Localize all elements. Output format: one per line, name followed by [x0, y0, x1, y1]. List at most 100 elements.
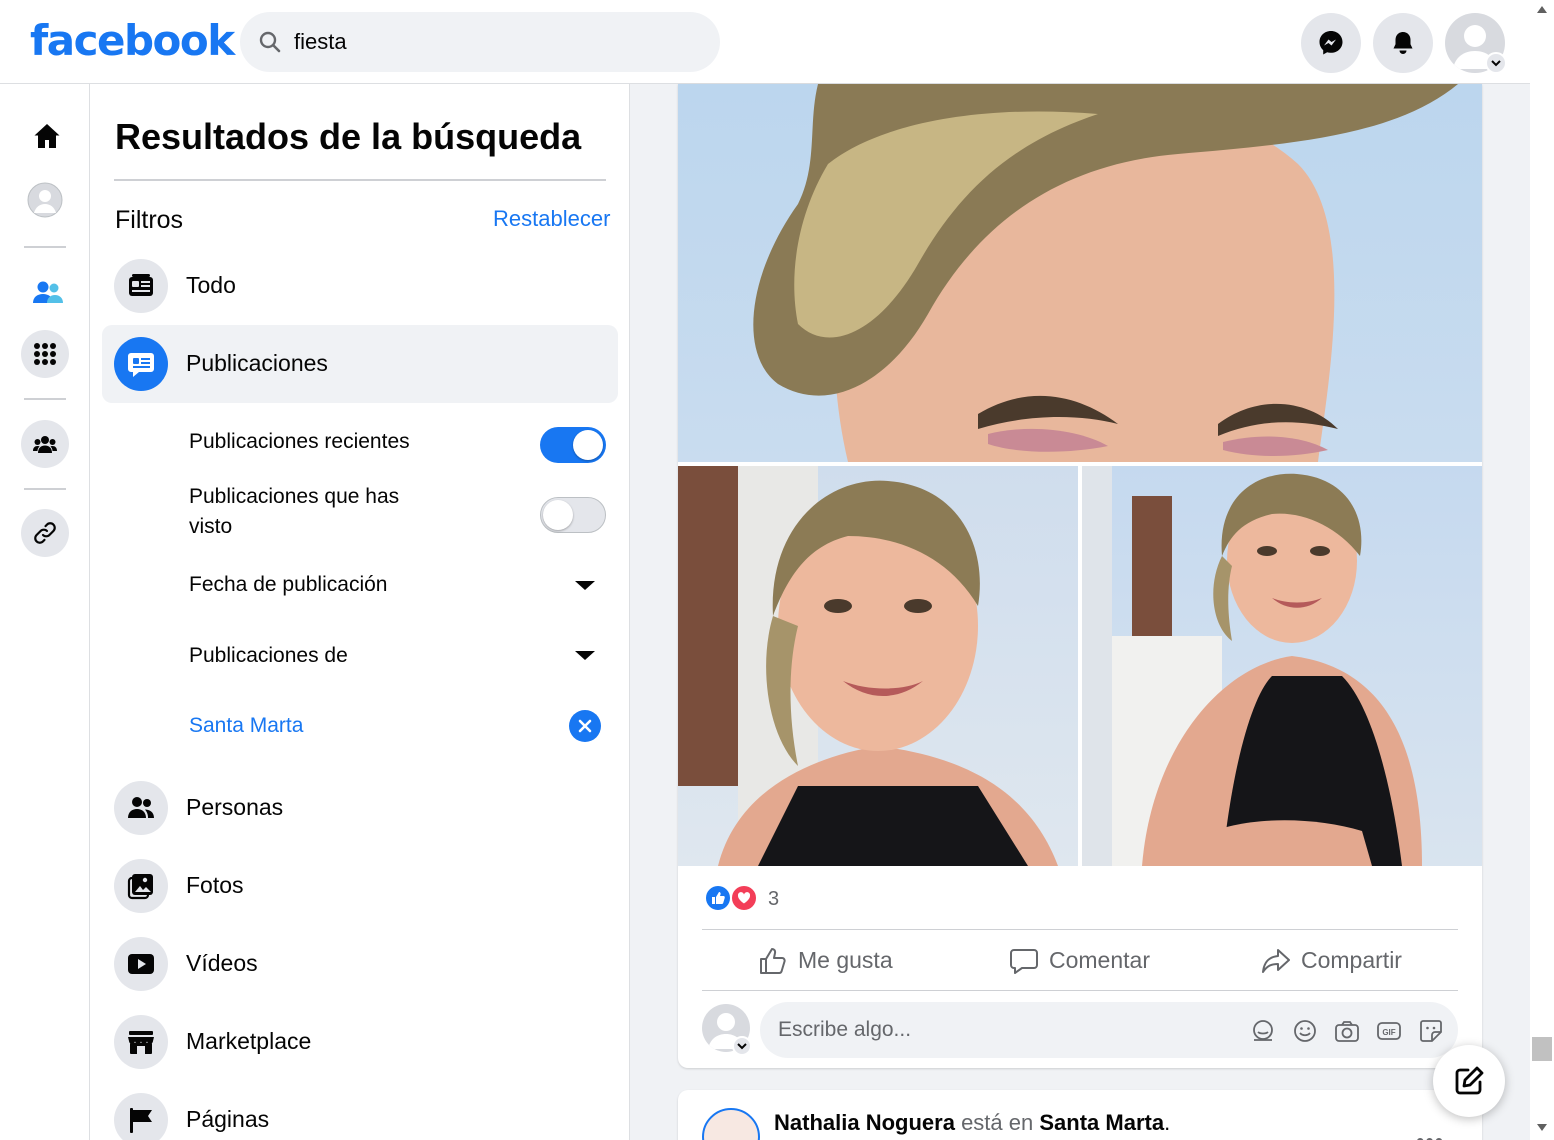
people-icon [128, 797, 154, 818]
post-photo-left[interactable] [678, 466, 1078, 866]
gif-icon[interactable]: GIF [1376, 1018, 1402, 1044]
rail-link[interactable] [21, 509, 69, 557]
filter-marketplace-label: Marketplace [186, 1028, 312, 1054]
video-icon [128, 954, 154, 974]
filter-people-label: Personas [186, 794, 284, 820]
search-input[interactable]: fiesta [294, 29, 347, 55]
rail-divider [24, 398, 66, 400]
like-button-label: Me gusta [798, 947, 893, 973]
filter-photos-label: Fotos [186, 872, 244, 898]
search-filters-panel: Resultados de la búsqueda Filtros Restab… [90, 84, 630, 1140]
post-photo-right[interactable] [1082, 466, 1482, 866]
messenger-button[interactable] [1301, 13, 1361, 73]
messenger-icon [1319, 31, 1343, 55]
rail-groups[interactable] [21, 420, 69, 468]
facebook-logo[interactable]: facebook [30, 16, 235, 65]
rail-friends[interactable] [21, 266, 69, 314]
reset-filters-link[interactable]: Restablecer [493, 206, 610, 232]
emoji-icon[interactable] [1292, 1018, 1318, 1044]
scroll-down-arrow-icon[interactable] [1537, 1124, 1547, 1131]
filter-posts-icon-wrap [114, 337, 168, 391]
groups-icon [33, 436, 57, 453]
sticker-icon[interactable] [1418, 1018, 1444, 1044]
feed-icon [129, 274, 153, 296]
seen-posts-label-line1: Publicaciones que has [189, 485, 400, 508]
header-period: . [1164, 1110, 1171, 1135]
compose-edit-icon [1455, 1066, 1484, 1095]
avatar-sticker-icon[interactable] [1250, 1018, 1276, 1044]
post-date-dropdown-label[interactable]: Fecha de publicación [189, 570, 387, 600]
photo-portrait-image [1082, 466, 1422, 866]
posts-from-caret-icon[interactable] [575, 651, 595, 660]
filter-all[interactable]: Todo [102, 247, 618, 325]
filter-all-icon-wrap [114, 259, 168, 313]
filter-videos[interactable]: Vídeos [102, 925, 618, 1003]
next-post-card: Nathalia Noguera está en Santa Marta. ••… [678, 1090, 1482, 1140]
checkin-connector: está en [961, 1110, 1034, 1135]
post-divider [702, 929, 1458, 930]
filter-posts-label: Publicaciones [186, 350, 328, 376]
filter-photos[interactable]: Fotos [102, 847, 618, 925]
filter-marketplace[interactable]: Marketplace [102, 1003, 618, 1081]
recent-posts-toggle[interactable] [540, 427, 606, 463]
scrollbar-thumb[interactable] [1532, 1037, 1552, 1061]
new-message-button[interactable] [1433, 1045, 1505, 1117]
filter-people-icon-wrap [114, 781, 168, 835]
love-reaction-icon [730, 884, 758, 912]
rail-divider [24, 246, 66, 248]
place-link[interactable]: Santa Marta [1039, 1110, 1164, 1135]
photos-icon [127, 874, 153, 900]
post-header: Nathalia Noguera está en Santa Marta. [774, 1110, 1170, 1136]
notifications-button[interactable] [1373, 13, 1433, 73]
recent-posts-label: Publicaciones recientes [189, 430, 410, 453]
filter-videos-icon-wrap [114, 937, 168, 991]
camera-icon[interactable] [1334, 1018, 1360, 1044]
photo-portrait-image [678, 466, 1058, 866]
more-options-icon[interactable]: ••• [1416, 1128, 1444, 1140]
clear-location-button[interactable] [569, 710, 601, 742]
rail-menu[interactable] [21, 330, 69, 378]
reaction-count: 3 [768, 888, 780, 910]
page-title: Resultados de la búsqueda [115, 116, 582, 157]
search-icon [259, 31, 281, 53]
photo-closeup-image [753, 84, 1458, 462]
toggle-knob [573, 430, 603, 460]
filter-people[interactable]: Personas [102, 769, 618, 847]
heart-icon [737, 892, 751, 904]
post-divider [702, 990, 1458, 991]
filter-pages-icon-wrap [114, 1093, 168, 1140]
rail-profile[interactable] [21, 176, 69, 224]
posts-from-dropdown-label[interactable]: Publicaciones de [189, 641, 348, 671]
seen-posts-label-line2: visto [189, 515, 233, 538]
post-date-caret-icon[interactable] [575, 581, 595, 590]
comment-input[interactable] [778, 1014, 1238, 1046]
location-filter-chip[interactable]: Santa Marta [189, 711, 303, 741]
close-icon [578, 719, 592, 733]
left-rail [0, 84, 90, 1140]
thumbs-up-icon [712, 892, 725, 904]
rail-home[interactable] [21, 110, 69, 158]
post-photo-main[interactable] [678, 84, 1482, 462]
filter-pages-label: Páginas [186, 1106, 270, 1132]
filter-pages[interactable]: Páginas [102, 1081, 618, 1140]
page-scrollbar[interactable] [1530, 0, 1554, 1140]
author-avatar[interactable] [702, 1108, 760, 1140]
thumbs-up-icon [760, 948, 786, 974]
comment-button-label: Comentar [1049, 947, 1150, 973]
filter-all-label: Todo [186, 272, 236, 298]
comment-composer[interactable]: GIF [760, 1002, 1458, 1058]
chevron-down-icon [1491, 60, 1501, 67]
comment-identity-switch[interactable] [732, 1036, 752, 1056]
link-icon [34, 522, 56, 544]
search-box[interactable]: fiesta [240, 12, 720, 72]
svg-text:GIF: GIF [1382, 1028, 1395, 1037]
like-reaction-icon [704, 884, 732, 912]
seen-posts-toggle[interactable] [540, 497, 606, 533]
account-menu-button[interactable] [1485, 52, 1507, 74]
author-name-link[interactable]: Nathalia Noguera [774, 1110, 955, 1135]
filter-posts[interactable]: Publicaciones [102, 325, 618, 403]
scroll-up-arrow-icon[interactable] [1537, 6, 1547, 13]
profile-avatar-icon [27, 182, 63, 218]
post-card: 3 Me gusta Comentar Compartir Escribe al… [678, 84, 1482, 1068]
top-bar: facebook fiesta [0, 0, 1530, 84]
